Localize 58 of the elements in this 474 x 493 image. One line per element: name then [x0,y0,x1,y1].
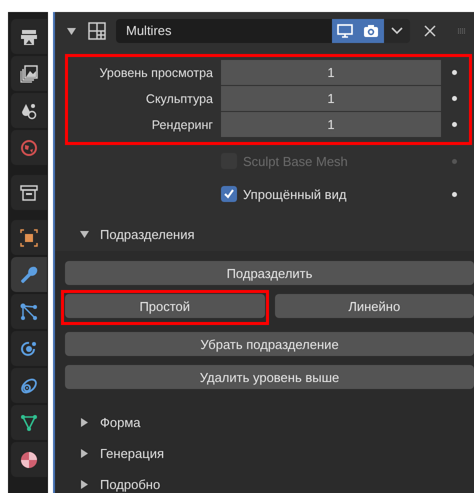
grid-icon [88,22,106,40]
field-label: Скульптура [144,92,214,106]
triangle-mesh-icon [20,414,38,432]
render-toggle[interactable] [358,19,384,43]
subpanel-title[interactable]: Подразделения [100,226,195,242]
action-button[interactable]: Простой [65,294,264,318]
image-stack-icon [20,64,38,82]
viewport-toggle[interactable] [332,19,358,43]
collapse-arrow-icon[interactable] [80,230,89,238]
particles-icon [20,302,38,320]
number-field[interactable]: 1 [221,86,441,111]
keyframe-dot-icon[interactable] [452,96,457,101]
chevron-down-icon [391,27,403,35]
properties-tab[interactable] [11,175,47,210]
collapse-arrow-icon[interactable] [67,26,76,36]
drops-icon [20,102,38,120]
number-field[interactable]: 1 [221,112,441,137]
action-button[interactable]: Подразделить [65,261,474,285]
properties-tab[interactable] [11,56,47,91]
properties-tab[interactable] [11,368,47,403]
orbit-icon [20,340,38,358]
camera-icon [363,24,379,38]
field-label: Уровень просмотра [98,66,214,80]
keyframe-dot-icon[interactable] [452,158,457,164]
action-button[interactable]: Линейно [274,294,474,318]
square-icon [20,228,38,246]
name-field[interactable]: Multires [116,19,332,43]
sphere-icon [20,450,38,468]
monitor-icon [337,24,353,38]
keyframe-dot-icon[interactable] [452,122,457,127]
expand-arrow-icon[interactable] [80,418,89,427]
properties-tab[interactable] [11,93,47,128]
action-button[interactable]: Убрать подразделение [65,332,474,356]
box-icon [20,184,38,202]
keyframe-dot-icon[interactable] [452,192,457,196]
checkbox[interactable] [221,186,237,202]
subpanel-title[interactable]: Форма [100,415,141,430]
expand-arrow-icon[interactable] [80,449,89,458]
subpanel-title[interactable]: Подробно [100,477,160,492]
close-icon[interactable] [424,25,436,37]
action-button[interactable]: Удалить уровень выше [65,365,474,389]
checkbox-label: Упрощённый вид [243,186,346,202]
properties-tab[interactable] [11,257,47,292]
drag-handle-icon[interactable] [458,28,466,34]
properties-tab[interactable] [11,331,47,366]
number-field[interactable]: 1 [221,60,441,85]
properties-tab[interactable] [11,442,47,477]
properties-tab[interactable] [11,220,47,255]
expand-arrow-icon[interactable] [80,480,89,489]
properties-tab[interactable] [11,405,47,440]
globe-icon [20,138,38,156]
properties-tab[interactable] [11,294,47,329]
printer-icon [20,28,38,46]
checkbox-label: Sculpt Base Mesh [243,154,348,168]
properties-tab[interactable] [11,19,47,54]
field-label: Рендеринг [150,118,214,132]
keyframe-dot-icon[interactable] [452,70,457,75]
subpanel-title[interactable]: Генерация [100,446,164,461]
